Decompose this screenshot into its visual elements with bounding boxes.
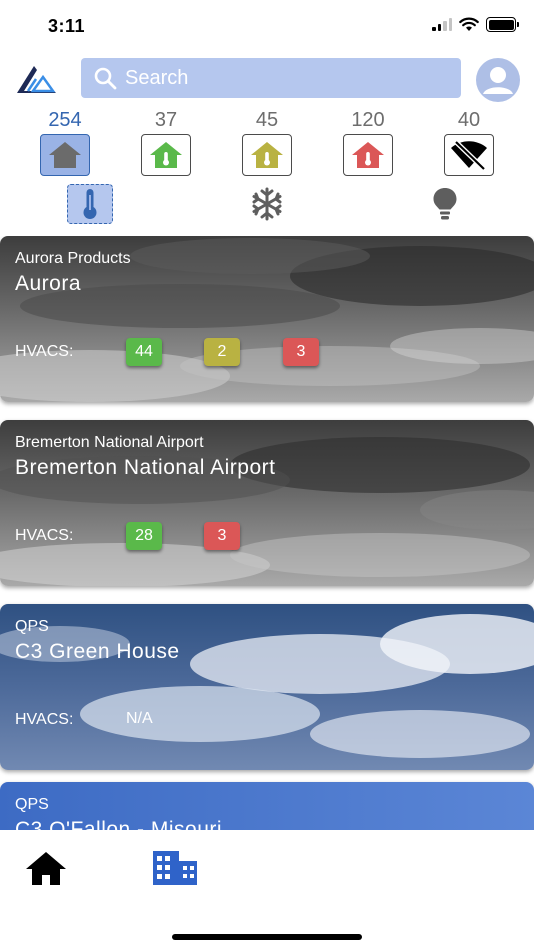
filter-warning[interactable]: 45 [237, 108, 297, 176]
category-cooling[interactable] [244, 184, 290, 224]
user-icon [477, 59, 519, 101]
hvacs-label: HVACS: [15, 343, 74, 360]
site-name: C3 Green House [15, 640, 180, 663]
tab-sites[interactable] [150, 848, 200, 888]
user-avatar[interactable] [476, 58, 520, 102]
status-counters: 254 37 45 120 40 [0, 108, 534, 178]
snowflake-icon [252, 187, 282, 221]
filter-offline[interactable]: 40 [439, 108, 499, 176]
count-all: 254 [48, 109, 82, 131]
sky-background [0, 604, 534, 770]
search-input[interactable] [125, 66, 425, 90]
badge-ok: 44 [126, 338, 162, 366]
hvacs-label: HVACS: [15, 527, 74, 544]
count-ok: 37 [154, 109, 178, 131]
home-thermometer-icon [251, 142, 283, 168]
site-name: Bremerton National Airport [15, 456, 276, 479]
category-heating[interactable] [67, 184, 113, 224]
status-time: 3:11 [48, 16, 86, 36]
cellular-signal-icon [432, 18, 452, 31]
hvacs-value: N/A [126, 710, 153, 727]
hvacs-label: HVACS: [15, 711, 74, 728]
home-indicator [172, 934, 362, 940]
wifi-off-icon [451, 140, 487, 171]
filter-offline-button[interactable] [444, 134, 494, 176]
app-header [0, 50, 534, 106]
badge-ok: 28 [126, 522, 162, 550]
filter-alarm-button[interactable] [343, 134, 393, 176]
tab-bar [0, 830, 534, 950]
tab-home[interactable] [24, 848, 68, 888]
count-warning: 45 [255, 109, 279, 131]
battery-icon [486, 17, 519, 32]
site-card[interactable]: QPS C3 Green House HVACS: N/A [0, 604, 534, 770]
site-card[interactable]: Bremerton National Airport Bremerton Nat… [0, 420, 534, 586]
filter-ok[interactable]: 37 [136, 108, 196, 176]
filter-all-button[interactable] [40, 134, 90, 176]
home-icon [49, 142, 81, 168]
status-icons [432, 17, 519, 32]
status-bar: 3:11 [0, 0, 534, 50]
site-list[interactable]: Aurora Products Aurora HVACS: 44 2 3 Bre… [0, 236, 534, 830]
site-company: QPS [15, 796, 49, 813]
badge-warning: 2 [204, 338, 240, 366]
lightbulb-icon [433, 188, 457, 220]
home-icon [26, 852, 66, 885]
app-logo-icon [17, 66, 56, 93]
site-card[interactable]: Aurora Products Aurora HVACS: 44 2 3 [0, 236, 534, 402]
site-company: Bremerton National Airport [15, 434, 204, 451]
search-bar[interactable] [81, 58, 461, 98]
site-card[interactable]: QPS C3 O'Fallon - Misouri [0, 782, 534, 830]
home-thermometer-icon [352, 142, 384, 168]
count-offline: 40 [457, 109, 481, 131]
site-name: C3 O'Fallon - Misouri [15, 818, 223, 830]
count-alarm: 120 [351, 109, 385, 131]
site-name: Aurora [15, 272, 82, 295]
thermometer-icon [83, 189, 97, 219]
site-company: Aurora Products [15, 250, 131, 267]
category-lighting[interactable] [422, 184, 468, 224]
filter-ok-button[interactable] [141, 134, 191, 176]
filter-alarm[interactable]: 120 [338, 108, 398, 176]
site-company: QPS [15, 618, 49, 635]
badge-alarm: 3 [204, 522, 240, 550]
filter-warning-button[interactable] [242, 134, 292, 176]
filter-all[interactable]: 254 [35, 108, 95, 176]
home-thermometer-icon [150, 142, 182, 168]
buildings-icon [153, 851, 197, 885]
wifi-icon [459, 17, 479, 31]
badge-alarm: 3 [283, 338, 319, 366]
search-icon [94, 67, 117, 90]
category-filters [0, 184, 534, 228]
